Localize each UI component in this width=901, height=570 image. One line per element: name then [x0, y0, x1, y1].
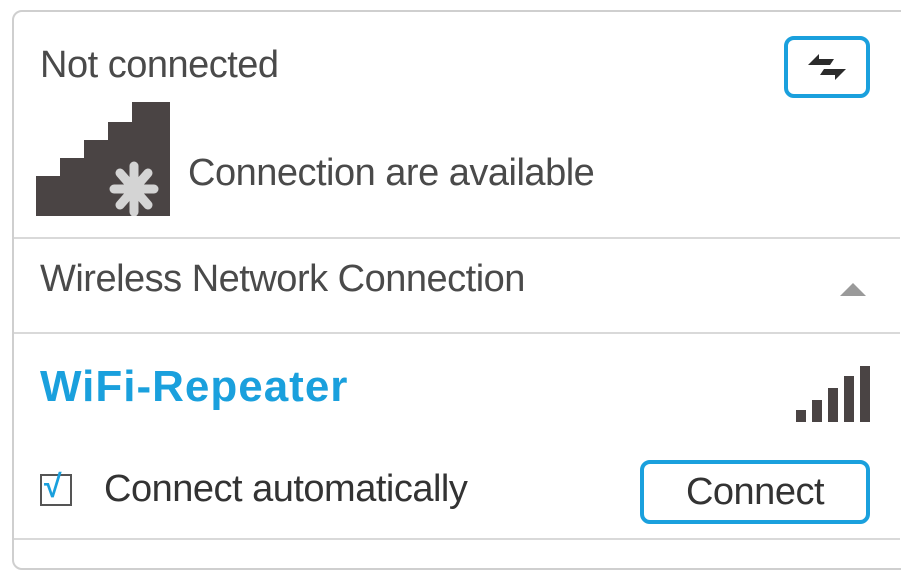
connect-button[interactable]: Connect	[640, 460, 870, 524]
signal-strength-icon	[796, 366, 870, 422]
divider	[14, 237, 900, 239]
divider	[14, 538, 900, 540]
collapse-arrow-icon[interactable]	[840, 283, 866, 296]
refresh-button[interactable]	[784, 36, 870, 98]
checkmark-icon: √	[44, 468, 62, 504]
auto-connect-label: Connect automatically	[104, 468, 468, 510]
network-staircase-icon	[36, 102, 170, 216]
divider	[14, 332, 900, 334]
auto-connect-checkbox[interactable]: √	[40, 470, 72, 506]
connection-status-subtitle: Connection are available	[188, 152, 595, 194]
refresh-arrows-icon	[808, 54, 846, 80]
network-name[interactable]: WiFi-Repeater	[40, 362, 348, 412]
section-title[interactable]: Wireless Network Connection	[40, 258, 525, 301]
connection-status-title: Not connected	[40, 44, 279, 86]
